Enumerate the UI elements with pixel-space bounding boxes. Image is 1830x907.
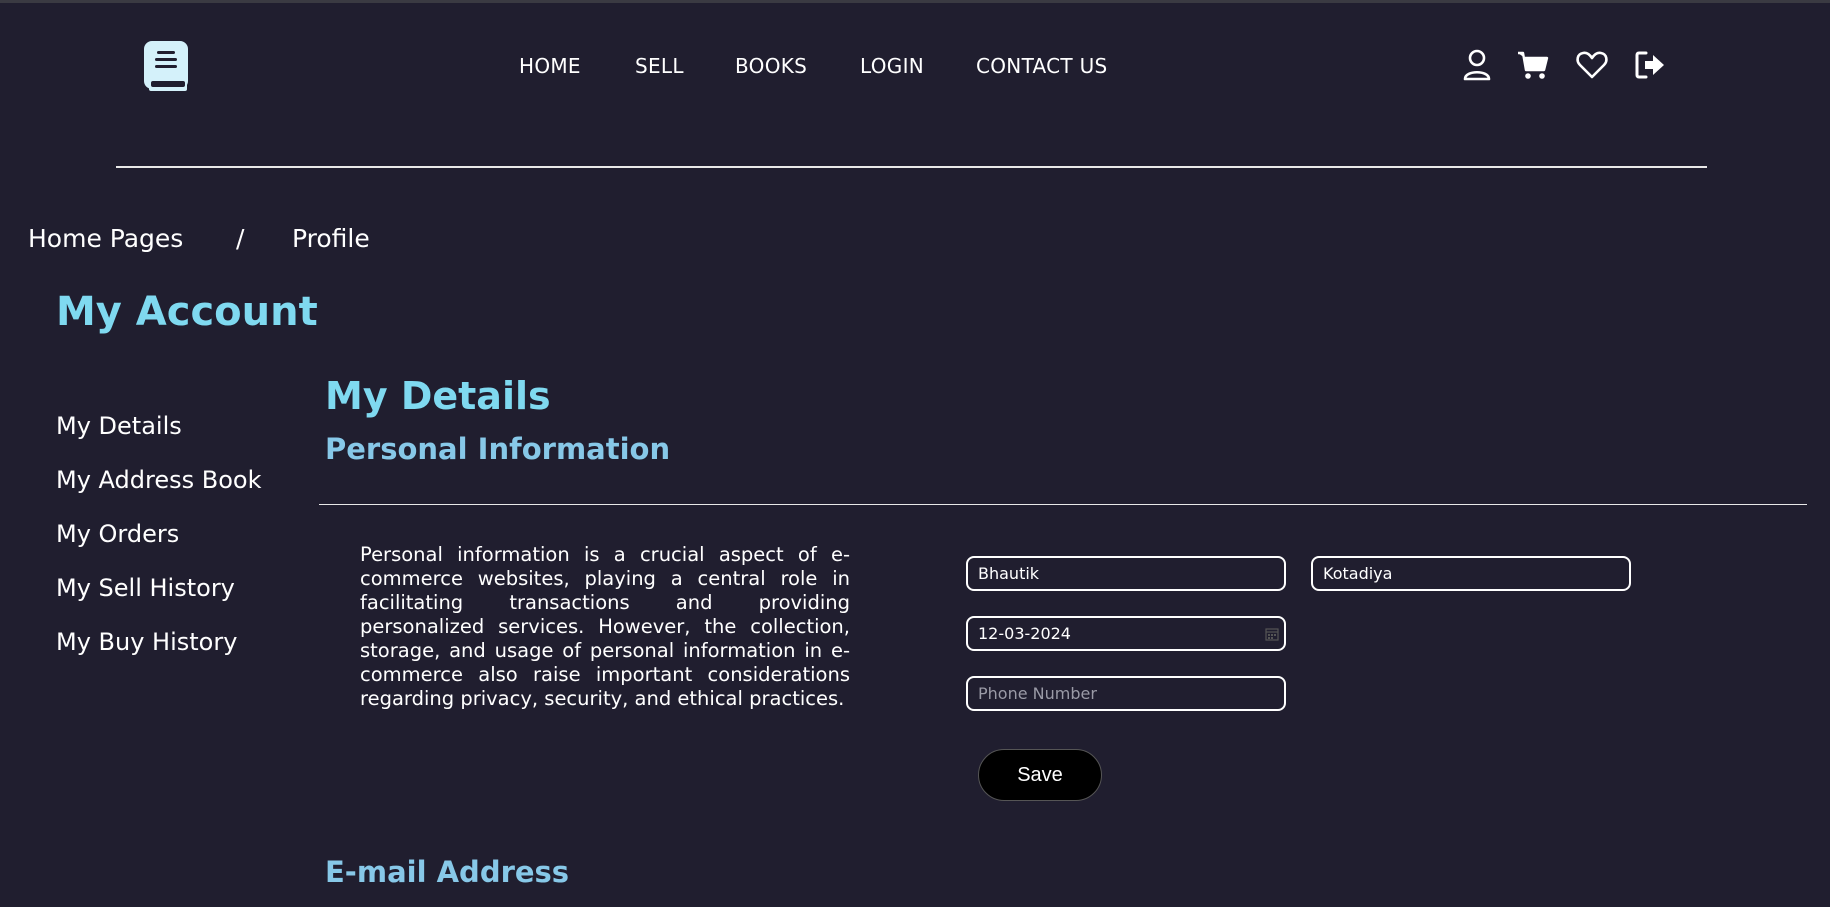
nav-contact-us-link[interactable]: CONTACT US bbox=[976, 54, 1108, 78]
header-divider bbox=[116, 166, 1707, 168]
breadcrumb-current: Profile bbox=[292, 224, 370, 253]
date-of-birth-input[interactable] bbox=[966, 616, 1286, 651]
sidebar-item-my-address-book[interactable]: My Address Book bbox=[56, 462, 261, 516]
nav-login-link[interactable]: LOGIN bbox=[860, 54, 924, 78]
nav-books-link[interactable]: BOOKS bbox=[735, 54, 807, 78]
nav-sell-link[interactable]: SELL bbox=[635, 54, 684, 78]
logout-icon[interactable] bbox=[1633, 48, 1667, 82]
section-divider bbox=[319, 504, 1807, 505]
page-title: My Details bbox=[325, 374, 551, 418]
first-name-input[interactable] bbox=[966, 556, 1286, 591]
book-logo-icon[interactable] bbox=[143, 41, 189, 93]
account-title: My Account bbox=[56, 289, 318, 335]
account-sidebar: My Details My Address Book My Orders My … bbox=[56, 408, 261, 678]
calendar-icon[interactable] bbox=[1265, 626, 1279, 641]
sidebar-item-my-buy-history[interactable]: My Buy History bbox=[56, 624, 261, 678]
breadcrumb-home-link[interactable]: Home Pages bbox=[28, 224, 183, 253]
heart-icon[interactable] bbox=[1575, 48, 1609, 82]
sidebar-item-my-orders[interactable]: My Orders bbox=[56, 516, 261, 570]
save-button[interactable]: Save bbox=[978, 749, 1102, 801]
user-icon[interactable] bbox=[1460, 48, 1494, 82]
breadcrumb-separator: / bbox=[236, 224, 245, 253]
cart-icon[interactable] bbox=[1516, 48, 1550, 82]
personal-info-description: Personal information is a crucial aspect… bbox=[360, 543, 850, 710]
section-title-personal-information: Personal Information bbox=[325, 432, 671, 466]
nav-home-link[interactable]: HOME bbox=[519, 54, 581, 78]
section-title-email-address: E-mail Address bbox=[325, 855, 570, 889]
sidebar-item-my-details[interactable]: My Details bbox=[56, 408, 261, 462]
phone-number-input[interactable] bbox=[966, 676, 1286, 711]
last-name-input[interactable] bbox=[1311, 556, 1631, 591]
sidebar-item-my-sell-history[interactable]: My Sell History bbox=[56, 570, 261, 624]
window-top-border bbox=[0, 0, 1830, 3]
